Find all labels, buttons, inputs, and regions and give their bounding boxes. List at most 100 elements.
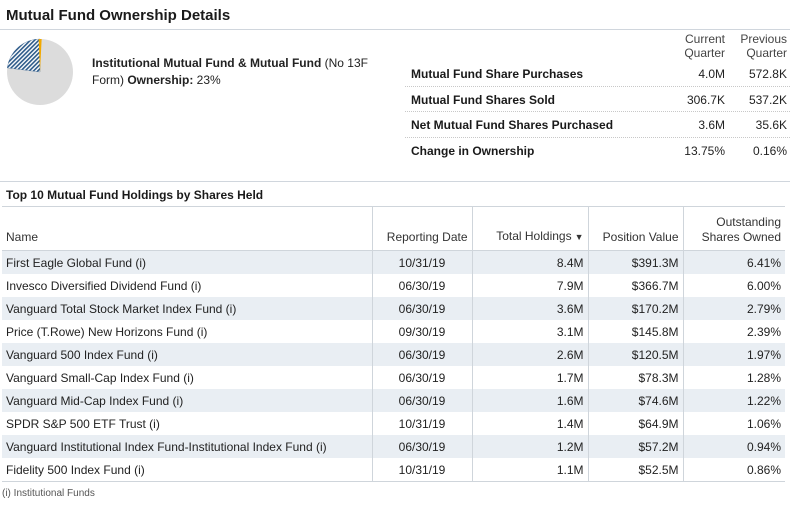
- ownership-value: 23%: [193, 73, 221, 87]
- position-value: $120.5M: [587, 343, 683, 366]
- position-value: $52.5M: [587, 458, 683, 482]
- outstanding-shares-owned: 1.06%: [682, 412, 785, 435]
- section-divider: [0, 181, 790, 182]
- summary-col-current-line2: Quarter: [684, 46, 725, 60]
- total-holdings: 8.4M: [471, 250, 588, 274]
- outstanding-shares-owned: 6.00%: [682, 274, 785, 297]
- reporting-date: 06/30/19: [371, 435, 472, 458]
- fund-name[interactable]: Vanguard Mid-Cap Index Fund (i): [2, 389, 372, 412]
- summary-col-previous-line1: Previous: [740, 32, 787, 46]
- fund-name[interactable]: First Eagle Global Fund (i): [2, 250, 372, 274]
- summary-row-label: Mutual Fund Shares Sold: [411, 92, 556, 107]
- total-holdings: 1.4M: [471, 412, 588, 435]
- table-row: Vanguard 500 Index Fund (i) 06/30/19 2.6M $…: [2, 343, 785, 366]
- position-value: $145.8M: [587, 320, 683, 343]
- outstanding-shares-owned: 0.94%: [682, 435, 785, 458]
- table-row: Invesco Diversified Dividend Fund (i) 06/…: [2, 274, 785, 297]
- outstanding-shares-owned: 1.28%: [682, 366, 785, 389]
- pie-ownership-slice: [7, 38, 41, 73]
- table-row: Price (T.Rowe) New Horizons Fund (i) 09/3…: [2, 320, 785, 343]
- summary-col-current: Current Quarter: [675, 32, 725, 60]
- reporting-date: 09/30/19: [371, 320, 472, 343]
- fund-name[interactable]: Invesco Diversified Dividend Fund (i): [2, 274, 372, 297]
- table-row: Vanguard Institutional Index Fund-Instit…: [2, 435, 785, 458]
- summary-row: Net Mutual Fund Shares Purchased 3.6M 35.6…: [405, 112, 790, 138]
- title-divider: [0, 29, 790, 30]
- reporting-date: 10/31/19: [371, 250, 472, 274]
- reporting-date: 06/30/19: [371, 297, 472, 320]
- outstanding-shares-owned: 2.39%: [682, 320, 785, 343]
- holdings-header-row: Name Reporting Date Total Holdings ▼ Posi…: [2, 206, 785, 251]
- summary-row: Mutual Fund Share Purchases 4.0M 572.8K: [405, 61, 790, 87]
- outstanding-shares-owned: 2.79%: [682, 297, 785, 320]
- fund-name[interactable]: Fidelity 500 Index Fund (i): [2, 458, 372, 482]
- col-name[interactable]: Name: [2, 206, 372, 251]
- holdings-title: Top 10 Mutual Fund Holdings by Shares He…: [6, 188, 264, 202]
- position-value: $64.9M: [587, 412, 683, 435]
- ownership-label-suffix: Ownership:: [127, 73, 194, 87]
- position-value: $78.3M: [587, 366, 683, 389]
- position-value: $391.3M: [587, 250, 683, 274]
- holdings-body: First Eagle Global Fund (i) 10/31/19 8.4M $…: [2, 250, 785, 482]
- col-position-value[interactable]: Position Value: [587, 206, 683, 251]
- summary-row-current: 3.6M: [698, 118, 725, 132]
- summary-row-previous: 537.2K: [748, 92, 787, 107]
- reporting-date: 06/30/19: [371, 389, 472, 412]
- fund-name[interactable]: Vanguard 500 Index Fund (i): [2, 343, 372, 366]
- summary-row-previous: 572.8K: [748, 67, 787, 81]
- table-row: Vanguard Total Stock Market Index Fund (…: [2, 297, 785, 320]
- ownership-label-bold: Institutional Mutual Fund & Mutual Fund: [92, 56, 322, 70]
- summary-row: Mutual Fund Shares Sold 306.7K 537.2K: [405, 87, 790, 112]
- fund-name[interactable]: Vanguard Institutional Index Fund-Instit…: [2, 435, 372, 458]
- table-row: Vanguard Mid-Cap Index Fund (i) 06/30/19 1…: [2, 389, 785, 412]
- position-value: $366.7M: [587, 274, 683, 297]
- holdings-table: Name Reporting Date Total Holdings ▼ Posi…: [2, 206, 785, 482]
- summary-row-current: 13.75%: [684, 143, 725, 158]
- ownership-summary: Institutional Mutual Fund & Mutual Fund …: [92, 55, 377, 89]
- sort-down-icon[interactable]: ▼: [575, 232, 584, 242]
- summary-rows: Mutual Fund Share Purchases 4.0M 572.8K Mut…: [405, 61, 790, 162]
- outstanding-shares-owned: 1.97%: [682, 343, 785, 366]
- fund-name[interactable]: Vanguard Total Stock Market Index Fund (…: [2, 297, 372, 320]
- summary-row-current: 4.0M: [698, 67, 725, 81]
- outstanding-shares-owned: 0.86%: [682, 458, 785, 482]
- quarter-summary-table: Current Quarter Previous Quarter Mutual Fu…: [405, 32, 790, 162]
- total-holdings: 1.1M: [471, 458, 588, 482]
- total-holdings: 3.6M: [471, 297, 588, 320]
- summary-col-current-line1: Current: [684, 32, 725, 46]
- summary-header: Current Quarter Previous Quarter: [405, 32, 790, 61]
- total-holdings: 3.1M: [471, 320, 588, 343]
- reporting-date: 10/31/19: [371, 412, 472, 435]
- total-holdings: 1.6M: [471, 389, 588, 412]
- summary-row-previous: 35.6K: [755, 118, 787, 132]
- position-value: $74.6M: [587, 389, 683, 412]
- total-holdings: 7.9M: [471, 274, 588, 297]
- ownership-pie-chart: [7, 38, 73, 105]
- position-value: $57.2M: [587, 435, 683, 458]
- table-row: Fidelity 500 Index Fund (i) 10/31/19 1.1M $…: [2, 458, 785, 482]
- col-total-holdings-label: Total Holdings: [496, 229, 572, 243]
- col-total-holdings[interactable]: Total Holdings ▼: [471, 206, 588, 251]
- col-outstanding-line2: Shares Owned: [701, 230, 781, 244]
- table-row: SPDR S&P 500 ETF Trust (i) 10/31/19 1.4M $6…: [2, 412, 785, 435]
- summary-row-label: Net Mutual Fund Shares Purchased: [411, 118, 614, 132]
- table-row: First Eagle Global Fund (i) 10/31/19 8.4M $…: [2, 250, 785, 274]
- summary-row-label: Mutual Fund Share Purchases: [411, 67, 584, 81]
- outstanding-shares-owned: 6.41%: [682, 250, 785, 274]
- col-reporting-date[interactable]: Reporting Date: [371, 206, 472, 251]
- reporting-date: 06/30/19: [371, 274, 472, 297]
- reporting-date: 06/30/19: [371, 343, 472, 366]
- summary-row-previous: 0.16%: [752, 143, 787, 158]
- fund-name[interactable]: Vanguard Small-Cap Index Fund (i): [2, 366, 372, 389]
- fund-name[interactable]: Price (T.Rowe) New Horizons Fund (i): [2, 320, 372, 343]
- summary-col-previous-line2: Quarter: [746, 46, 787, 60]
- reporting-date: 06/30/19: [371, 366, 472, 389]
- page-title: Mutual Fund Ownership Details: [6, 7, 231, 24]
- col-outstanding-shares[interactable]: Outstanding Shares Owned: [682, 206, 785, 251]
- fund-name[interactable]: SPDR S&P 500 ETF Trust (i): [2, 412, 372, 435]
- col-outstanding-line1: Outstanding: [716, 215, 781, 229]
- reporting-date: 10/31/19: [371, 458, 472, 482]
- summary-row-current: 306.7K: [686, 92, 725, 107]
- position-value: $170.2M: [587, 297, 683, 320]
- total-holdings: 1.7M: [471, 366, 588, 389]
